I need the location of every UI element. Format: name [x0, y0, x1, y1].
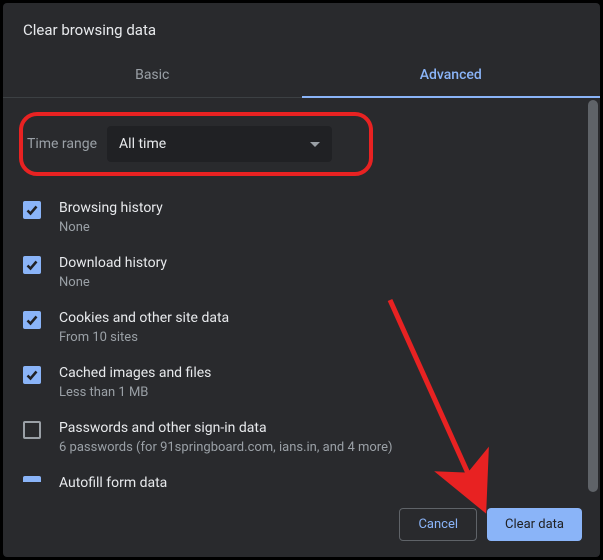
option-sub: None [59, 220, 163, 235]
checkbox[interactable] [23, 256, 41, 274]
option-title: Cookies and other site data [59, 310, 229, 326]
time-range-label: Time range [25, 136, 97, 152]
dialog-title: Clear browsing data [3, 3, 600, 55]
time-range-highlight: Time range All time [19, 112, 373, 176]
clear-browsing-data-dialog: Clear browsing data Basic Advanced Time … [3, 3, 600, 557]
scrollbar-thumb[interactable] [588, 100, 598, 492]
checkbox[interactable] [23, 311, 41, 329]
content-wrap: Time range All time Browsing history Non… [3, 98, 600, 494]
option-text: Cookies and other site data From 10 site… [59, 310, 229, 345]
option-title: Browsing history [59, 200, 163, 216]
time-range-select[interactable]: All time [107, 126, 332, 162]
option-title: Passwords and other sign-in data [59, 420, 393, 436]
checkbox[interactable] [23, 476, 41, 482]
option-text: Autofill form data [59, 475, 167, 491]
option-title: Autofill form data [59, 475, 167, 491]
option-passwords[interactable]: Passwords and other sign-in data 6 passw… [19, 410, 570, 465]
option-text: Cached images and files Less than 1 MB [59, 365, 211, 400]
tab-basic[interactable]: Basic [3, 55, 302, 97]
scrollbar[interactable] [586, 98, 600, 494]
option-sub: 6 passwords (for 91springboard.com, ians… [59, 440, 393, 455]
option-sub: Less than 1 MB [59, 385, 211, 400]
options-list: Browsing history None Download history N… [19, 190, 570, 491]
option-autofill[interactable]: Autofill form data [19, 465, 570, 491]
tab-bar: Basic Advanced [3, 55, 600, 98]
option-download-history[interactable]: Download history None [19, 245, 570, 300]
dialog-footer: Cancel Clear data [3, 494, 600, 557]
time-range-value: All time [119, 136, 166, 152]
option-sub: From 10 sites [59, 330, 229, 345]
tab-advanced[interactable]: Advanced [302, 55, 601, 97]
option-browsing-history[interactable]: Browsing history None [19, 190, 570, 245]
option-title: Cached images and files [59, 365, 211, 381]
checkbox[interactable] [23, 421, 41, 439]
option-sub: None [59, 275, 167, 290]
cancel-button[interactable]: Cancel [399, 508, 477, 541]
option-text: Browsing history None [59, 200, 163, 235]
option-title: Download history [59, 255, 167, 271]
option-text: Download history None [59, 255, 167, 290]
clear-data-button[interactable]: Clear data [487, 508, 582, 541]
checkbox[interactable] [23, 201, 41, 219]
option-cached[interactable]: Cached images and files Less than 1 MB [19, 355, 570, 410]
option-cookies[interactable]: Cookies and other site data From 10 site… [19, 300, 570, 355]
option-text: Passwords and other sign-in data 6 passw… [59, 420, 393, 455]
checkbox[interactable] [23, 366, 41, 384]
dialog-content: Time range All time Browsing history Non… [3, 98, 586, 494]
chevron-down-icon [310, 136, 320, 152]
